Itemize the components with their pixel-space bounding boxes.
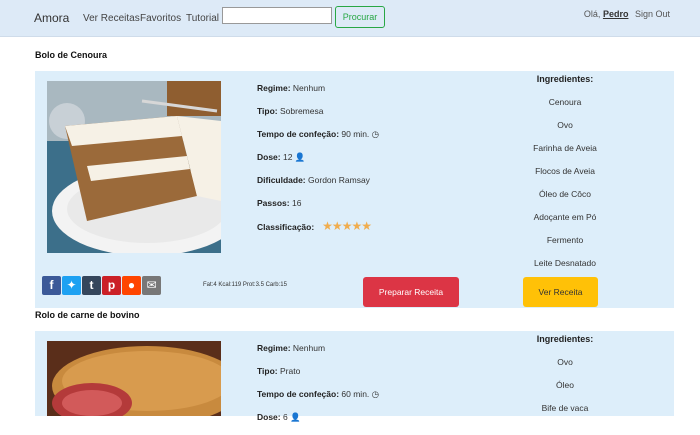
- tempo-value: 90 min.: [341, 129, 370, 139]
- ingredients-list: Ingredientes: Cenoura Ovo Farinha de Ave…: [475, 74, 655, 281]
- nav-link-ver-receitas[interactable]: Ver Receitas: [83, 13, 140, 24]
- tipo-label: Tipo:: [257, 106, 278, 116]
- nav-link-tutorial[interactable]: Tutorial: [186, 13, 219, 24]
- facebook-icon[interactable]: f: [42, 276, 61, 295]
- dose-value: 12: [283, 152, 293, 162]
- recipe-card: Regime: Nenhum Tipo: Prato Tempo de conf…: [35, 331, 674, 422]
- reddit-icon[interactable]: ●: [122, 276, 141, 295]
- person-icon: 👤: [294, 152, 306, 162]
- search-input[interactable]: [222, 7, 332, 24]
- social-share-bar: f ✦ t p ● ✉: [42, 276, 162, 295]
- recipe-title: Rolo de carne de bovino: [35, 310, 140, 320]
- tumblr-icon[interactable]: t: [82, 276, 101, 295]
- regime-value: Nenhum: [292, 343, 326, 353]
- recipe-card: Regime: Nenhum Tipo: Sobremesa Tempo de …: [35, 71, 674, 308]
- dose-label: Dose:: [257, 152, 281, 162]
- ingredient-item: Óleo: [556, 380, 574, 390]
- rating-stars-icon: ★★★★★: [322, 219, 372, 233]
- email-icon[interactable]: ✉: [142, 276, 161, 295]
- tempo-label: Tempo de confeção:: [257, 129, 340, 139]
- ingredients-list: Ingredientes: Ovo Óleo Bife de vaca: [475, 334, 655, 426]
- ingredient-item: Farinha de Aveia: [533, 143, 597, 153]
- regime-label: Regime:: [257, 83, 291, 93]
- tempo-label: Tempo de confeção:: [257, 389, 340, 399]
- recipe-details: Regime: Nenhum Tipo: Prato Tempo de conf…: [257, 343, 487, 435]
- ingredient-item: Bife de vaca: [541, 403, 589, 413]
- dificuldade-value: Gordon Ramsay: [308, 175, 370, 185]
- user-area: Olá, Pedro Sign Out: [584, 9, 670, 19]
- brand-logo[interactable]: Amora: [34, 11, 69, 25]
- ingredients-heading: Ingredientes:: [536, 74, 594, 84]
- regime-label: Regime:: [257, 343, 291, 353]
- pinterest-icon[interactable]: p: [102, 276, 121, 295]
- tipo-value: Prato: [280, 366, 301, 376]
- dose-label: Dose:: [257, 412, 281, 422]
- twitter-icon[interactable]: ✦: [62, 276, 81, 295]
- recipe-photo[interactable]: [47, 81, 221, 253]
- ingredient-item: Ovo: [557, 120, 573, 130]
- recipe-photo[interactable]: [47, 341, 221, 416]
- ingredient-item: Fermento: [546, 235, 584, 245]
- ingredients-heading: Ingredientes:: [536, 334, 594, 344]
- nutrition-info: Fat:4 Kcal:119 Prot:3.5 Carb:15: [203, 282, 287, 288]
- passos-value: 16: [291, 198, 302, 208]
- recipe-title: Bolo de Cenoura: [35, 50, 108, 60]
- ingredient-item: Flocos de Aveia: [535, 166, 595, 176]
- greeting-text: Olá,: [583, 9, 601, 19]
- search-button[interactable]: Procurar: [335, 6, 385, 28]
- username-link[interactable]: Pedro: [603, 9, 629, 19]
- tipo-label: Tipo:: [257, 366, 278, 376]
- view-recipe-button[interactable]: Ver Receita: [523, 277, 598, 307]
- person-icon: 👤: [290, 412, 301, 422]
- regime-value: Nenhum: [292, 83, 326, 93]
- recipe-details: Regime: Nenhum Tipo: Sobremesa Tempo de …: [257, 83, 487, 244]
- ingredient-item: Óleo de Côco: [539, 189, 591, 199]
- ingredient-item: Cenoura: [548, 97, 582, 107]
- ingredient-item: Adoçante em Pó: [533, 212, 597, 222]
- clock-icon: ◷: [371, 389, 380, 399]
- classificacao-label: Classificação:: [257, 222, 315, 232]
- tipo-value: Sobremesa: [280, 106, 324, 116]
- prepare-recipe-button[interactable]: Preparar Receita: [363, 277, 459, 307]
- navbar: Amora Ver Receitas Favoritos Tutorial Pr…: [0, 0, 700, 37]
- nav-link-favoritos[interactable]: Favoritos: [140, 13, 181, 24]
- ingredient-item: Ovo: [557, 357, 573, 367]
- sign-out-link[interactable]: Sign Out: [635, 9, 670, 19]
- dose-value: 6: [283, 412, 288, 422]
- passos-label: Passos:: [257, 198, 290, 208]
- dificuldade-label: Dificuldade:: [257, 175, 306, 185]
- tempo-value: 60 min.: [341, 389, 370, 399]
- clock-icon: ◷: [371, 129, 380, 139]
